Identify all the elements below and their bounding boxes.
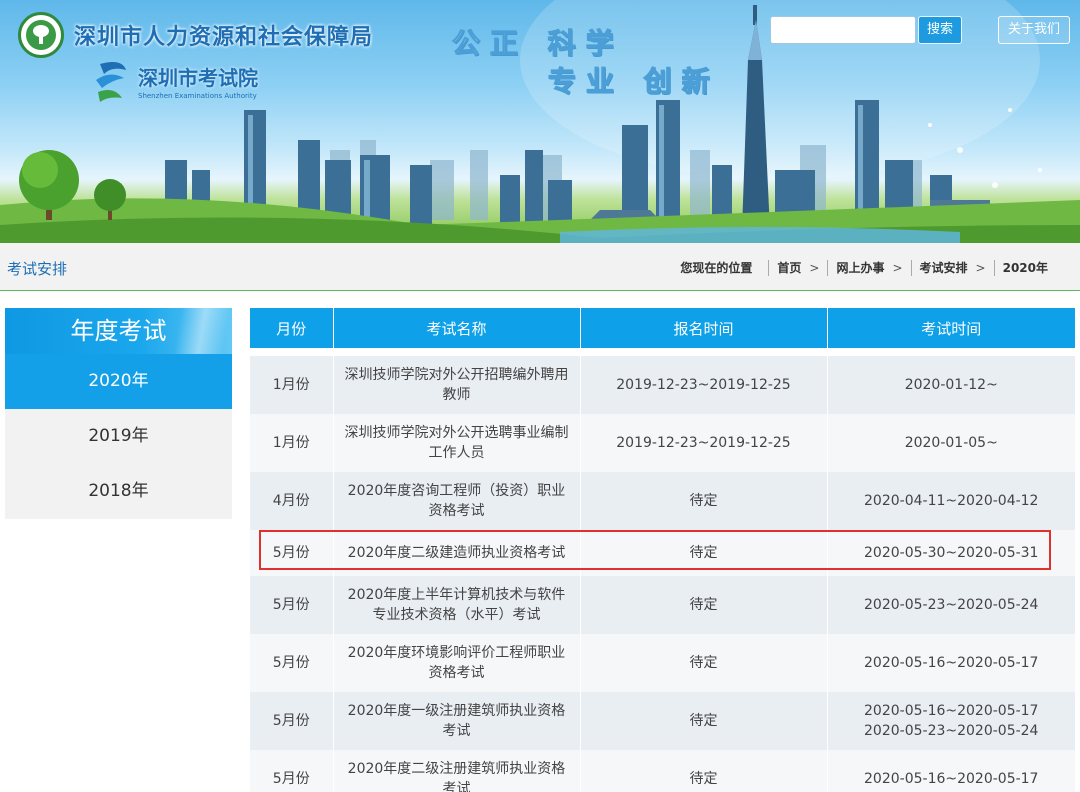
cell-month: 5月份 [250, 576, 334, 634]
cell-registration: 待定 [580, 634, 828, 692]
cell-exam-time: 2020-01-05~ [827, 414, 1075, 472]
breadcrumb-online-services[interactable]: 网上办事 [836, 259, 884, 276]
cell-exam-time: 2020-05-16~2020-05-17 [827, 634, 1075, 692]
cell-exam-time: 2020-05-23~2020-05-24 [827, 576, 1075, 634]
cell-exam-name[interactable]: 2020年度上半年计算机技术与软件专业技术资格（水平）考试 [333, 576, 581, 634]
exam-time-line-1: 2020-05-16~2020-05-17 [864, 703, 1039, 719]
breadcrumb-year[interactable]: 2020年 [1003, 259, 1048, 276]
cell-month: 4月份 [250, 472, 334, 530]
cell-exam-name[interactable]: 2020年度咨询工程师（投资）职业资格考试 [333, 472, 581, 530]
exam-time-line-2: 2020-05-23~2020-05-24 [864, 723, 1039, 739]
cell-registration: 2019-12-23~2019-12-25 [580, 414, 828, 472]
cell-month: 1月份 [250, 414, 334, 472]
table-row[interactable]: 5月份 2020年度二级注册建筑师执业资格考试 待定 2020-05-16~20… [250, 750, 1075, 792]
bureau-emblem-icon [18, 12, 64, 58]
table-row[interactable]: 5月份 2020年度环境影响评价工程师职业资格考试 待定 2020-05-16~… [250, 634, 1075, 692]
exam-authority-brand[interactable]: 深圳市考试院 Shenzhen Examinations Authority [92, 58, 258, 104]
exam-authority-logo-icon [96, 62, 126, 102]
column-header-month: 月份 [250, 308, 334, 348]
section-title: 考试安排 [7, 260, 68, 278]
cell-registration: 2019-12-23~2019-12-25 [580, 356, 828, 414]
cell-month: 5月份 [250, 634, 334, 692]
sidebar-item-2018[interactable]: 2018年 [5, 464, 232, 519]
bureau-name: 深圳市人力资源和社会保障局 [74, 25, 374, 50]
search-button[interactable]: 搜索 [918, 16, 962, 44]
cell-exam-name[interactable]: 深圳技师学院对外公开招聘编外聘用教师 [333, 356, 581, 414]
table-row-highlighted[interactable]: 5月份 2020年度二级建造师执业资格考试 待定 2020-05-30~2020… [250, 530, 1075, 576]
cell-registration: 待定 [580, 472, 828, 530]
breadcrumb-exam-schedule[interactable]: 考试安排 [920, 259, 968, 276]
cell-registration: 待定 [580, 750, 828, 792]
sidebar-title: 年度考试 [5, 308, 232, 354]
breadcrumb-bar: 考试安排 您现在的位置 首页 > 网上办事 > 考试安排 > 2020年 [0, 243, 1080, 291]
sidebar-item-2019[interactable]: 2019年 [5, 409, 232, 464]
exam-authority-name-en: Shenzhen Examinations Authority [138, 92, 257, 100]
cell-registration: 待定 [580, 692, 828, 750]
sidebar-item-2020[interactable]: 2020年 [5, 354, 232, 409]
about-us-button[interactable]: 关于我们 [998, 16, 1070, 44]
breadcrumb-prefix: 您现在的位置 [680, 261, 753, 275]
bureau-brand[interactable]: 深圳市人力资源和社会保障局 [18, 12, 373, 58]
header-banner: 深圳市人力资源和社会保障局 深圳市考试院 Shenzhen Examinatio… [0, 0, 1080, 243]
table-row[interactable]: 4月份 2020年度咨询工程师（投资）职业资格考试 待定 2020-04-11~… [250, 472, 1075, 530]
table-row[interactable]: 1月份 深圳技师学院对外公开招聘编外聘用教师 2019-12-23~2019-1… [250, 356, 1075, 414]
slogan-line-2: 专业 创新 [547, 64, 720, 98]
table-row[interactable]: 1月份 深圳技师学院对外公开选聘事业编制工作人员 2019-12-23~2019… [250, 414, 1075, 472]
cell-month: 5月份 [250, 692, 334, 750]
cell-exam-name[interactable]: 2020年度二级建造师执业资格考试 [333, 530, 581, 576]
cell-exam-name[interactable]: 2020年度环境影响评价工程师职业资格考试 [333, 634, 581, 692]
table-row[interactable]: 5月份 2020年度上半年计算机技术与软件专业技术资格（水平）考试 待定 202… [250, 576, 1075, 634]
cell-exam-time: 2020-04-11~2020-04-12 [827, 472, 1075, 530]
cell-exam-name[interactable]: 2020年度二级注册建筑师执业资格考试 [333, 750, 581, 792]
search-input[interactable] [770, 16, 916, 44]
column-header-exam-time: 考试时间 [827, 308, 1075, 348]
cell-exam-name[interactable]: 深圳技师学院对外公开选聘事业编制工作人员 [333, 414, 581, 472]
slogan-line-1: 公正 科学 [451, 26, 624, 60]
year-sidebar: 年度考试 2020年 2019年 2018年 [5, 308, 232, 519]
cell-registration: 待定 [580, 530, 828, 576]
table-row[interactable]: 5月份 2020年度一级注册建筑师执业资格考试 待定 2020-05-16~20… [250, 692, 1075, 750]
exam-authority-name: 深圳市考试院 [138, 66, 258, 90]
exam-schedule-table: 月份 考试名称 报名时间 考试时间 1月份 深圳技师学院对外公开招聘编外聘用教师… [250, 308, 1075, 792]
cell-registration: 待定 [580, 576, 828, 634]
breadcrumb: 您现在的位置 首页 > 网上办事 > 考试安排 > 2020年 [680, 259, 1048, 276]
breadcrumb-home[interactable]: 首页 [777, 259, 801, 276]
cell-exam-time: 2020-05-16~2020-05-17 2020-05-23~2020-05… [827, 692, 1075, 750]
cell-exam-time: 2020-05-30~2020-05-31 [827, 530, 1075, 576]
cell-month: 1月份 [250, 356, 334, 414]
cell-month: 5月份 [250, 530, 334, 576]
cell-exam-name[interactable]: 2020年度一级注册建筑师执业资格考试 [333, 692, 581, 750]
column-header-registration: 报名时间 [580, 308, 828, 348]
cell-month: 5月份 [250, 750, 334, 792]
cell-exam-time: 2020-05-16~2020-05-17 [827, 750, 1075, 792]
cell-exam-time: 2020-01-12~ [827, 356, 1075, 414]
column-header-exam-name: 考试名称 [333, 308, 581, 348]
